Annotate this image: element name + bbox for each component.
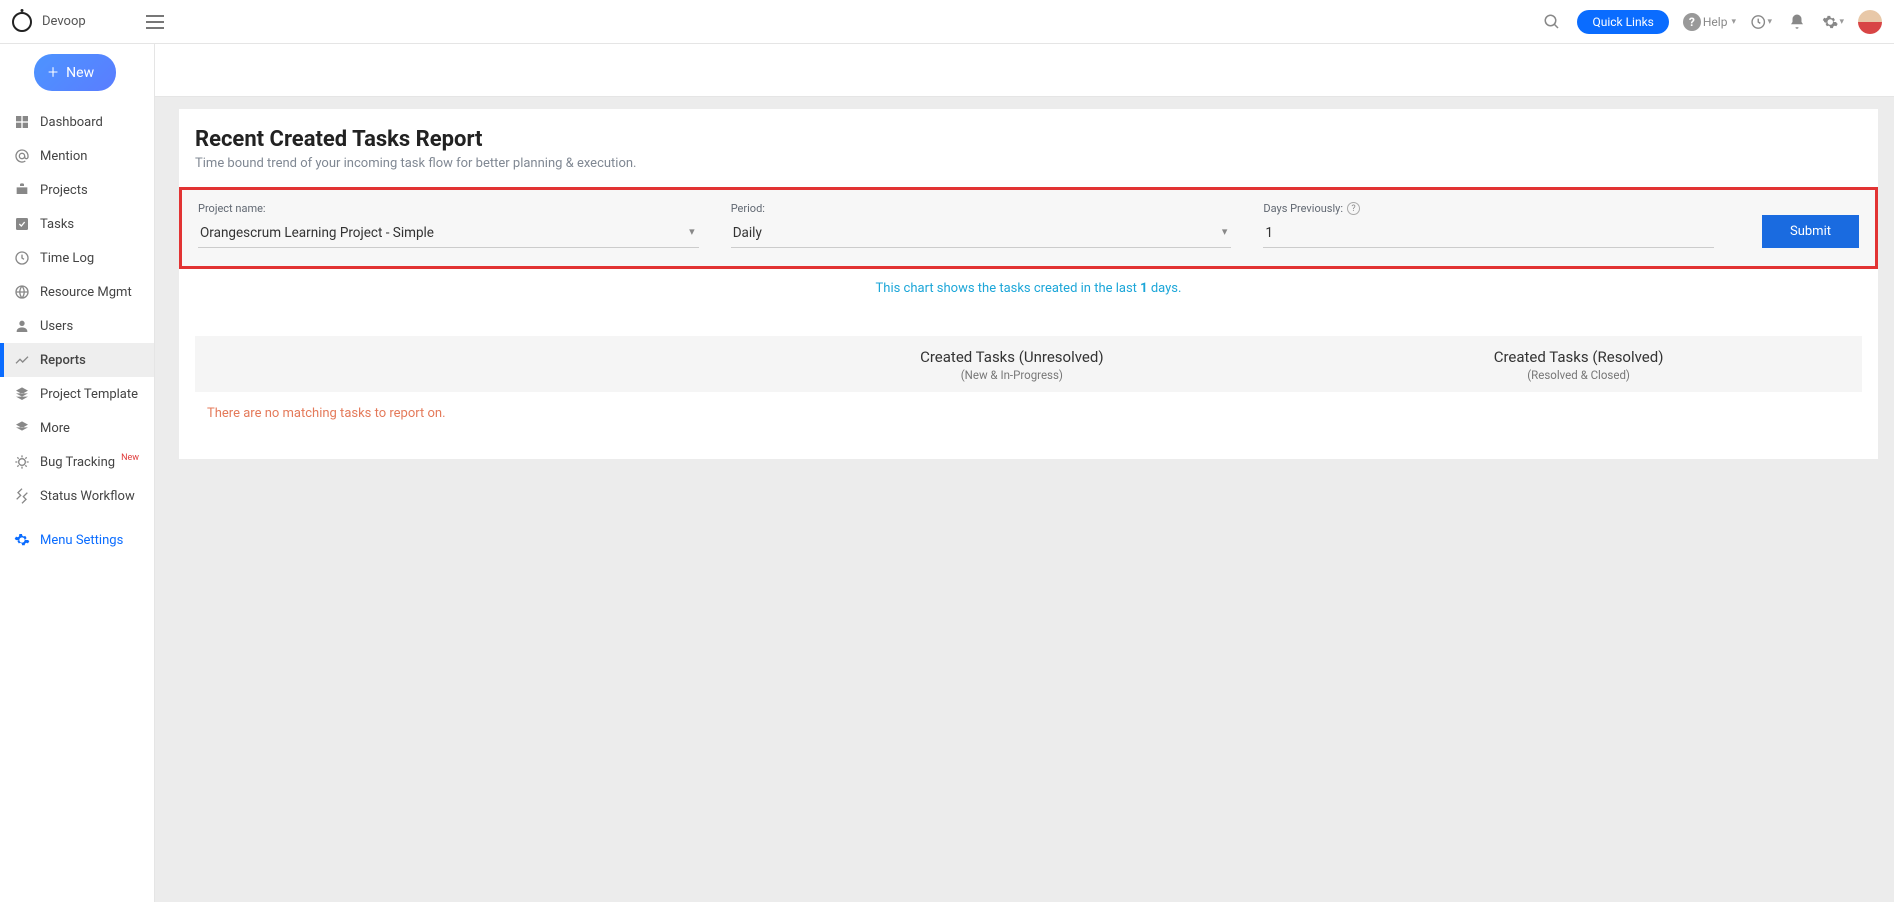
chart-icon <box>14 352 30 368</box>
app-header: Devoop Quick Links ? Help ▾ ▾ ▾ <box>0 0 1894 44</box>
brand-name: Devoop <box>42 14 86 29</box>
layout: + New Dashboard Mention Projects Tasks T… <box>0 44 1894 902</box>
table-header: Created Tasks (Unresolved) (New & In-Pro… <box>195 336 1862 392</box>
chevron-down-icon: ▾ <box>1839 17 1844 27</box>
sidebar-item-bugtracking[interactable]: Bug Tracking New <box>0 445 154 479</box>
sidebar-item-resource[interactable]: Resource Mgmt <box>0 275 154 309</box>
col-unresolved-sub: (New & In-Progress) <box>728 368 1295 382</box>
filter-project-label: Project name: <box>198 202 699 215</box>
filter-period-label: Period: <box>731 202 1232 215</box>
filter-days: Days Previously: ? <box>1263 202 1714 248</box>
sidebar-item-users[interactable]: Users <box>0 309 154 343</box>
workflow-icon <box>14 488 30 504</box>
plus-icon: + <box>48 62 58 83</box>
period-select-value[interactable] <box>731 221 1232 248</box>
sidebar: + New Dashboard Mention Projects Tasks T… <box>0 44 155 902</box>
sidebar-item-mention[interactable]: Mention <box>0 139 154 173</box>
clock-menu[interactable]: ▾ <box>1750 11 1772 33</box>
help-menu[interactable]: ? Help ▾ <box>1683 13 1736 31</box>
user-icon <box>14 318 30 334</box>
content-wrap: Recent Created Tasks Report Time bound t… <box>155 97 1894 459</box>
globe-icon <box>14 284 30 300</box>
checkbox-icon <box>14 216 30 232</box>
chart-note: This chart shows the tasks created in th… <box>195 281 1862 296</box>
days-input[interactable] <box>1263 221 1714 248</box>
project-select-value[interactable] <box>198 221 699 248</box>
menu-toggle[interactable] <box>146 15 164 29</box>
chevron-down-icon: ▾ <box>1767 17 1772 27</box>
period-select[interactable] <box>731 221 1232 248</box>
sidebar-item-label: Resource Mgmt <box>40 285 132 300</box>
briefcase-icon <box>14 182 30 198</box>
quick-links-button[interactable]: Quick Links <box>1577 10 1668 34</box>
gear-icon <box>14 532 30 548</box>
sidebar-item-statusworkflow[interactable]: Status Workflow <box>0 479 154 513</box>
header-left: Devoop <box>12 12 164 32</box>
sidebar-item-label: Menu Settings <box>40 533 123 548</box>
sidebar-item-label: Tasks <box>40 217 74 232</box>
new-badge: New <box>121 453 139 463</box>
sidebar-item-template[interactable]: Project Template <box>0 377 154 411</box>
new-button[interactable]: + New <box>34 54 116 91</box>
col-resolved-sub: (Resolved & Closed) <box>1295 368 1862 382</box>
filter-project: Project name: <box>198 202 699 248</box>
info-icon[interactable]: ? <box>1347 202 1360 215</box>
main-area: Recent Created Tasks Report Time bound t… <box>155 44 1894 902</box>
sidebar-item-label: More <box>40 421 70 436</box>
filter-panel: Project name: Period: <box>179 187 1878 269</box>
sidebar-item-label: Projects <box>40 183 88 198</box>
new-button-label: New <box>66 65 94 81</box>
help-icon: ? <box>1683 13 1701 31</box>
top-strip <box>155 44 1894 97</box>
page-title: Recent Created Tasks Report <box>195 127 1862 152</box>
sidebar-item-label: Reports <box>40 353 86 368</box>
sidebar-item-tasks[interactable]: Tasks <box>0 207 154 241</box>
sidebar-item-label: Project Template <box>40 387 138 402</box>
dashboard-icon <box>14 114 30 130</box>
sidebar-item-label: Status Workflow <box>40 489 135 504</box>
layers-icon <box>14 386 30 402</box>
notifications-button[interactable] <box>1786 11 1808 33</box>
sidebar-item-label: Bug Tracking <box>40 455 115 470</box>
chevron-down-icon: ▾ <box>1731 17 1736 27</box>
settings-menu[interactable]: ▾ <box>1822 11 1844 33</box>
col-resolved: Created Tasks (Resolved) (Resolved & Clo… <box>1295 348 1862 382</box>
sidebar-item-reports[interactable]: Reports <box>0 343 154 377</box>
sidebar-item-menu-settings[interactable]: Menu Settings <box>0 523 154 557</box>
report-card: Recent Created Tasks Report Time bound t… <box>179 109 1878 459</box>
col-unresolved-title: Created Tasks (Unresolved) <box>728 348 1295 366</box>
sidebar-item-more[interactable]: More <box>0 411 154 445</box>
gear-icon <box>1822 13 1838 31</box>
sidebar-item-projects[interactable]: Projects <box>0 173 154 207</box>
clock-icon <box>14 250 30 266</box>
no-data-message: There are no matching tasks to report on… <box>195 392 1862 435</box>
hamburger-icon <box>146 15 164 29</box>
header-right: Quick Links ? Help ▾ ▾ ▾ <box>1541 10 1882 34</box>
app-logo-icon <box>12 12 32 32</box>
layers-icon <box>14 420 30 436</box>
search-icon <box>1543 13 1561 31</box>
search-button[interactable] <box>1541 11 1563 33</box>
help-label: Help <box>1703 15 1728 29</box>
sidebar-item-label: Mention <box>40 149 87 164</box>
filter-period: Period: <box>731 202 1232 248</box>
user-avatar[interactable] <box>1858 10 1882 34</box>
col-resolved-title: Created Tasks (Resolved) <box>1295 348 1862 366</box>
sidebar-item-label: Time Log <box>40 251 94 266</box>
sidebar-item-timelog[interactable]: Time Log <box>0 241 154 275</box>
mention-icon <box>14 148 30 164</box>
bug-icon <box>14 454 30 470</box>
sidebar-item-label: Dashboard <box>40 115 103 130</box>
project-select[interactable] <box>198 221 699 248</box>
page-subtitle: Time bound trend of your incoming task f… <box>195 156 1862 171</box>
bell-icon <box>1788 13 1806 31</box>
col-unresolved: Created Tasks (Unresolved) (New & In-Pro… <box>728 348 1295 382</box>
submit-button[interactable]: Submit <box>1762 215 1859 248</box>
filter-days-label: Days Previously: ? <box>1263 202 1714 215</box>
clock-icon <box>1750 13 1766 31</box>
sidebar-item-label: Users <box>40 319 73 334</box>
sidebar-item-dashboard[interactable]: Dashboard <box>0 105 154 139</box>
